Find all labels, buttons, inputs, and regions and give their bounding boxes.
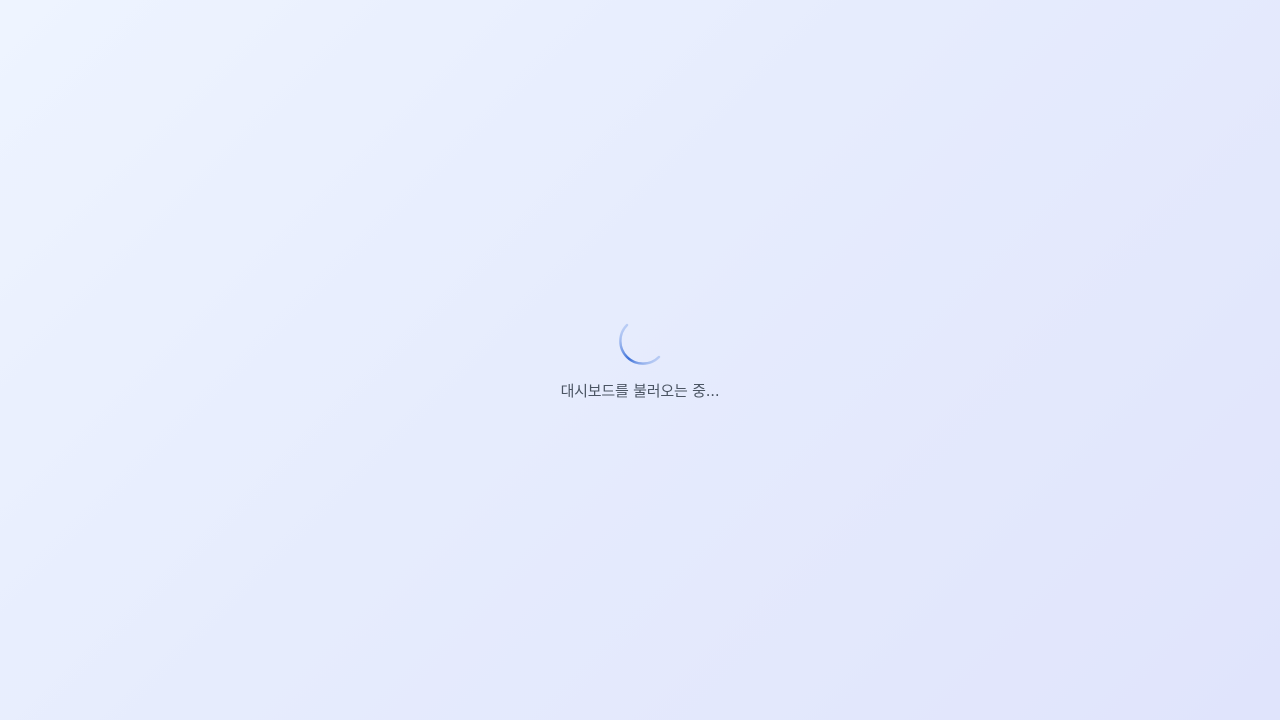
loading-screen: 대시보드를 불러오는 중... [0, 0, 1280, 720]
loading-message: 대시보드를 불러오는 중... [560, 382, 720, 400]
loading-spinner-icon [615, 319, 661, 365]
